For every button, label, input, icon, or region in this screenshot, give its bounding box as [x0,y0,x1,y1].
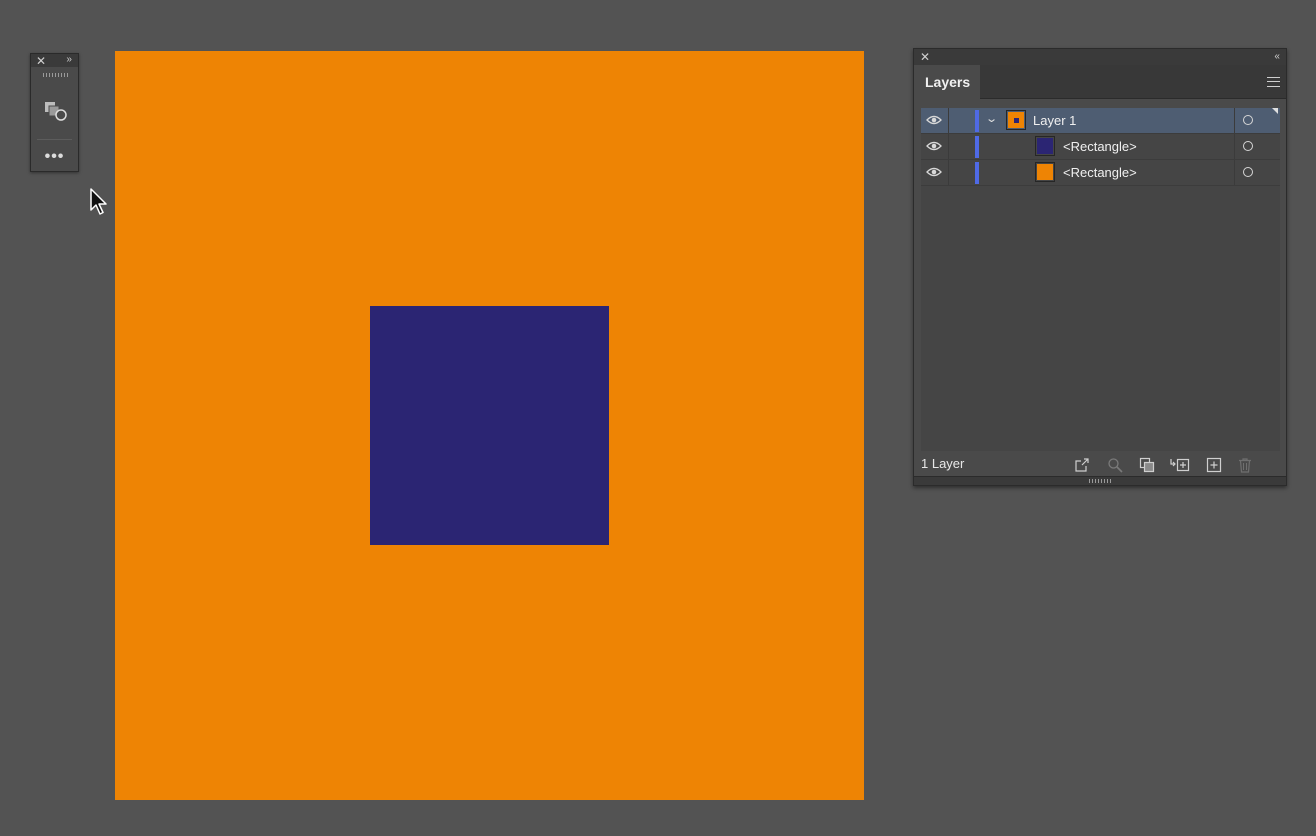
shape-builder-icon[interactable] [43,97,69,123]
layer-row-rectangle[interactable]: <Rectangle> [921,160,1280,186]
object-thumbnail [1035,136,1055,156]
layer-name[interactable]: Layer 1 [1033,108,1076,133]
artboard[interactable] [115,51,864,800]
object-thumbnail [1035,162,1055,182]
double-chevron-right-icon[interactable]: ›› [66,53,72,67]
tab-layers[interactable]: Layers [914,65,980,99]
export-icon[interactable] [1074,457,1090,473]
layers-list: ⌄ Layer 1 <Rectangle> <Rectangle> [921,108,1280,451]
eye-icon[interactable] [926,114,942,126]
layer-thumbnail [1006,110,1026,130]
create-sublayer-icon[interactable] [1170,457,1190,473]
layer-row-layer-1[interactable]: ⌄ Layer 1 [921,108,1280,134]
layer-row-rectangle[interactable]: <Rectangle> [921,134,1280,160]
locate-object-icon[interactable] [1107,457,1123,473]
navy-rectangle[interactable] [370,306,609,545]
mouse-pointer-icon [89,188,111,216]
layer-color-bar [975,110,979,132]
selection-indicator-icon [1272,108,1278,114]
divider [37,139,72,140]
object-name[interactable]: <Rectangle> [1063,160,1137,185]
trash-icon[interactable] [1237,457,1253,473]
eye-icon[interactable] [926,140,942,152]
eye-icon[interactable] [926,166,942,178]
target-circle-icon[interactable] [1243,167,1253,177]
target-circle-icon[interactable] [1243,115,1253,125]
layers-panel: ✕ ‹‹ Layers ⌄ Layer 1 <Rectangle> <Recta… [913,48,1287,486]
drag-grip[interactable] [1089,479,1113,483]
layer-color-bar [975,162,979,184]
close-icon[interactable]: ✕ [920,49,930,65]
object-name[interactable]: <Rectangle> [1063,134,1137,159]
chevron-down-icon[interactable]: ⌄ [985,112,998,125]
layer-color-bar [975,136,979,158]
hamburger-menu-icon[interactable] [1267,77,1280,87]
clipping-mask-icon[interactable] [1139,457,1155,473]
floating-tool-panel: ✕ ›› ••• [30,53,79,172]
layers-footer: 1 Layer [914,452,1286,478]
new-layer-icon[interactable] [1206,457,1222,473]
layer-count: 1 Layer [921,456,965,471]
panel-resize-handle[interactable] [914,476,1286,485]
panel-title-bar[interactable]: ✕ ›› [31,53,78,68]
double-chevron-left-icon[interactable]: ‹‹ [1274,49,1280,64]
panel-title-bar[interactable]: ✕ ‹‹ [914,49,1286,65]
drag-grip[interactable] [43,73,68,77]
more-tools-button[interactable]: ••• [31,149,78,165]
close-icon[interactable]: ✕ [36,54,46,68]
target-circle-icon[interactable] [1243,141,1253,151]
